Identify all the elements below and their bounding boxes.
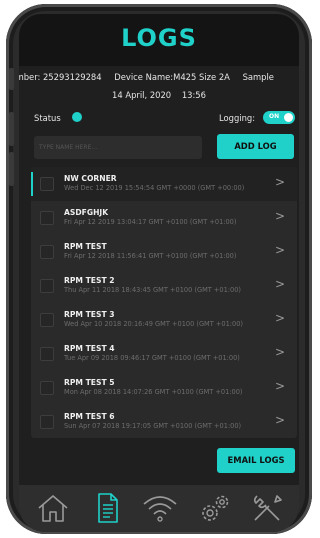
log-title: RPM TEST xyxy=(64,242,107,251)
row-checkbox[interactable] xyxy=(40,347,54,361)
date-text: 14 April, 2020 xyxy=(112,90,172,100)
log-timestamp: Sun Apr 07 2018 19:17:05 GMT +0100 (GMT … xyxy=(64,422,242,430)
log-timestamp: Fri Apr 12 2019 13:04:17 GMT +0100 (GMT … xyxy=(64,218,237,226)
device-info: Number: 25293129284 Device Name:M425 Siz… xyxy=(19,72,299,82)
app-screen: LOGS Number: 25293129284 Device Name:M42… xyxy=(19,14,299,532)
log-timestamp: Wed Apr 10 2018 20:16:49 GMT +0100 (GMT … xyxy=(64,320,243,328)
logging-label: Logging: xyxy=(219,113,256,123)
chevron-right-icon[interactable]: > xyxy=(275,413,285,427)
document-icon xyxy=(98,493,118,523)
list-item[interactable]: NW CORNER Wed Dec 12 2019 15:54:54 GMT +… xyxy=(31,167,297,201)
list-item[interactable]: RPM TEST 6 Sun Apr 07 2018 19:17:05 GMT … xyxy=(31,405,297,439)
side-button xyxy=(9,152,14,186)
log-title: RPM TEST 2 xyxy=(64,276,115,285)
log-timestamp: Thu Apr 11 2018 18:43:45 GMT +0100 (GMT … xyxy=(64,286,241,294)
page-title: LOGS xyxy=(121,24,197,52)
row-checkbox[interactable] xyxy=(40,381,54,395)
status-indicator xyxy=(72,112,82,122)
log-list: NW CORNER Wed Dec 12 2019 15:54:54 GMT +… xyxy=(31,167,297,438)
device-name: Device Name:M425 Size 2A xyxy=(114,72,230,82)
datetime: 14 April, 2020 13:56 xyxy=(19,90,299,100)
row-checkbox[interactable] xyxy=(40,211,54,225)
tab-tools[interactable] xyxy=(247,490,287,526)
log-name-input[interactable] xyxy=(34,136,202,159)
list-item[interactable]: RPM TEST 5 Mon Apr 08 2018 14:07:26 GMT … xyxy=(31,371,297,405)
chevron-right-icon[interactable]: > xyxy=(275,209,285,223)
log-title: ASDFGHJK xyxy=(64,208,109,217)
device-sample: Sample xyxy=(242,72,274,82)
row-checkbox[interactable] xyxy=(40,415,54,429)
side-button xyxy=(9,68,14,90)
chevron-right-icon[interactable]: > xyxy=(275,345,285,359)
chevron-right-icon[interactable]: > xyxy=(275,379,285,393)
tools-icon xyxy=(253,495,282,521)
tab-logs[interactable] xyxy=(87,490,127,526)
chevron-right-icon[interactable]: > xyxy=(275,311,285,325)
side-button xyxy=(9,112,14,146)
home-icon xyxy=(38,495,68,522)
log-title: RPM TEST 4 xyxy=(64,344,115,353)
add-log-button[interactable]: ADD LOG xyxy=(217,134,294,159)
gears-icon xyxy=(202,495,229,521)
time-text: 13:56 xyxy=(181,90,206,100)
bottom-tab-bar xyxy=(19,485,299,532)
row-checkbox[interactable] xyxy=(40,313,54,327)
list-item[interactable]: RPM TEST Fri Apr 12 2018 11:56:41 GMT +0… xyxy=(31,235,297,269)
wifi-icon xyxy=(143,496,177,522)
tab-home[interactable] xyxy=(33,490,73,526)
log-timestamp: Fri Apr 12 2018 11:56:41 GMT +0100 (GMT … xyxy=(64,252,237,260)
row-checkbox[interactable] xyxy=(40,177,54,191)
toggle-text: ON xyxy=(269,113,280,120)
log-title: RPM TEST 5 xyxy=(64,378,115,387)
log-title: RPM TEST 3 xyxy=(64,310,115,319)
log-title: RPM TEST 6 xyxy=(64,412,115,421)
log-timestamp: Tue Apr 09 2018 09:46:17 GMT +0100 (GMT … xyxy=(64,354,240,362)
list-item[interactable]: RPM TEST 2 Thu Apr 11 2018 18:43:45 GMT … xyxy=(31,269,297,303)
log-title: NW CORNER xyxy=(64,174,117,183)
toggle-knob xyxy=(284,113,293,122)
email-logs-button[interactable]: EMAIL LOGS xyxy=(217,448,295,473)
chevron-right-icon[interactable]: > xyxy=(275,277,285,291)
chevron-right-icon[interactable]: > xyxy=(275,243,285,257)
logging-toggle[interactable]: ON xyxy=(263,111,295,124)
row-checkbox[interactable] xyxy=(40,279,54,293)
tab-settings[interactable] xyxy=(195,490,235,526)
device-number: Number: 25293129284 xyxy=(19,72,102,82)
row-checkbox[interactable] xyxy=(40,245,54,259)
list-item[interactable]: RPM TEST 4 Tue Apr 09 2018 09:46:17 GMT … xyxy=(31,337,297,371)
list-item[interactable]: ASDFGHJK Fri Apr 12 2019 13:04:17 GMT +0… xyxy=(31,201,297,235)
status-label: Status xyxy=(34,113,61,123)
chevron-right-icon[interactable]: > xyxy=(275,175,285,189)
selected-indicator xyxy=(31,172,33,196)
log-timestamp: Mon Apr 08 2018 14:07:26 GMT +0100 (GMT … xyxy=(64,388,243,396)
list-item[interactable]: RPM TEST 3 Wed Apr 10 2018 20:16:49 GMT … xyxy=(31,303,297,337)
log-timestamp: Wed Dec 12 2019 15:54:54 GMT +0000 (GMT … xyxy=(64,184,245,192)
header: LOGS xyxy=(19,14,299,66)
tab-wifi[interactable] xyxy=(140,490,180,526)
